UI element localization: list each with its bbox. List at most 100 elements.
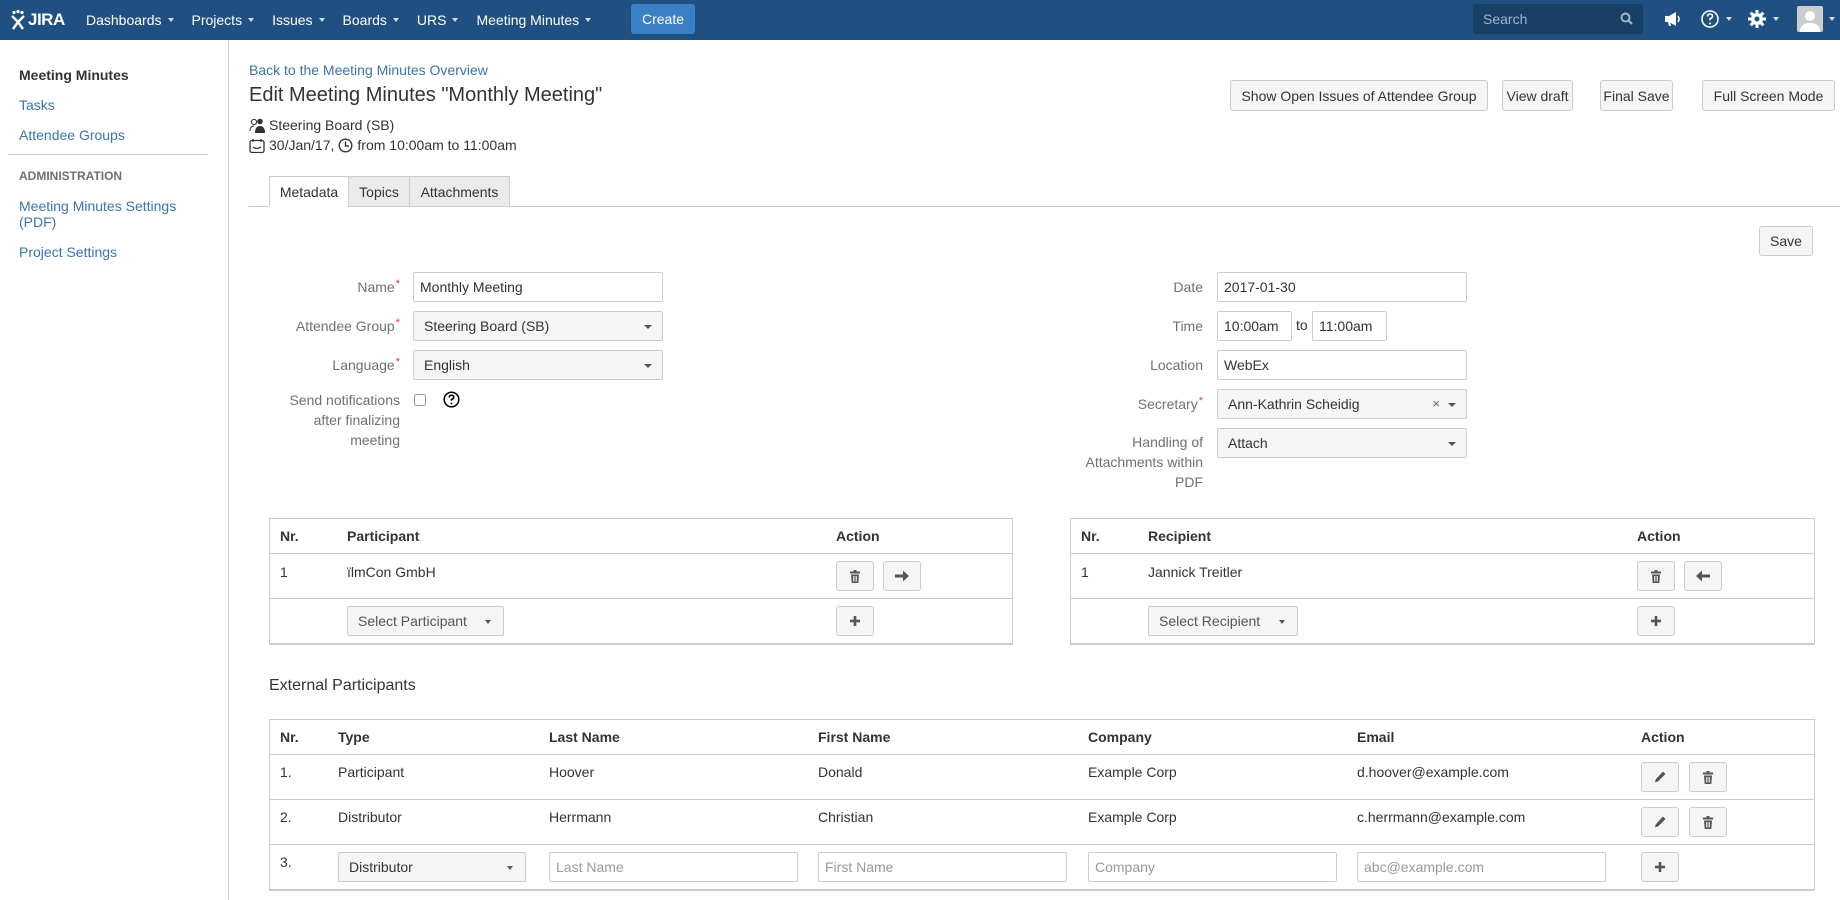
edit-external-button[interactable] (1641, 807, 1679, 837)
select-placeholder: Select Recipient (1159, 613, 1261, 629)
main-nav: Dashboards Projects Issues Boards URS Me… (86, 0, 609, 40)
attendee-group-text: Steering Board (SB) (269, 117, 395, 133)
delete-participant-button[interactable] (836, 561, 874, 591)
view-draft-button[interactable]: View draft (1502, 80, 1573, 111)
secretary-select[interactable]: Ann-Kathrin Scheidig × (1217, 389, 1467, 419)
language-select[interactable]: English (413, 350, 663, 380)
time-separator: to (1296, 317, 1308, 333)
required-marker: * (395, 278, 400, 290)
add-external-button[interactable] (1641, 852, 1679, 882)
external-last-name: Herrmann (549, 809, 612, 825)
user-menu[interactable] (1797, 6, 1835, 32)
add-participant-button[interactable] (836, 606, 874, 636)
nav-label: Boards (342, 12, 387, 28)
external-email: c.herrmann@example.com (1357, 809, 1526, 825)
row-divider (270, 754, 1814, 755)
select-participant-dropdown[interactable]: Select Participant (347, 606, 504, 636)
move-to-participants-button[interactable] (1684, 561, 1722, 591)
location-input[interactable]: WebEx (1217, 350, 1467, 380)
chevron-down-icon (585, 18, 592, 22)
nav-label: URS (416, 12, 447, 28)
external-nr: 1. (280, 764, 292, 780)
arrow-right-icon (895, 570, 909, 582)
nav-urs[interactable]: URS (417, 12, 459, 28)
show-open-issues-button[interactable]: Show Open Issues of Attendee Group (1230, 80, 1488, 111)
label-text: Secretary (1137, 396, 1198, 412)
dropdown-arrow-icon (507, 866, 513, 870)
row-divider (1071, 598, 1814, 599)
back-to-overview-link[interactable]: Back to the Meeting Minutes Overview (249, 62, 488, 78)
trash-icon (1703, 815, 1713, 829)
dropdown-arrow-icon (644, 325, 652, 329)
search-input[interactable]: Search (1473, 4, 1643, 34)
create-button[interactable]: Create (631, 4, 695, 34)
date-text: 30/Jan/17, (269, 137, 335, 153)
nav-boards[interactable]: Boards (343, 12, 399, 28)
company-input[interactable]: Company (1088, 852, 1337, 882)
sidebar-item-attendee-groups[interactable]: Attendee Groups (19, 127, 125, 143)
sidebar-title[interactable]: Meeting Minutes (19, 67, 129, 83)
chevron-down-icon (392, 18, 399, 22)
external-company: Example Corp (1088, 764, 1177, 780)
external-type: Distributor (338, 809, 402, 825)
external-header-type: Type (338, 729, 370, 745)
full-screen-mode-button[interactable]: Full Screen Mode (1702, 80, 1835, 111)
select-value: Distributor (349, 859, 413, 875)
email-input[interactable]: abc@example.com (1357, 852, 1606, 882)
chevron-down-icon (1726, 17, 1732, 21)
nav-meeting-minutes[interactable]: Meeting Minutes (476, 12, 592, 28)
label-line: after finalizing (313, 412, 400, 428)
nav-label: Projects (191, 12, 243, 28)
label-line: Attachments within (1085, 454, 1204, 470)
tab-metadata[interactable]: Metadata (269, 176, 349, 207)
attendee-group-select[interactable]: Steering Board (SB) (413, 311, 663, 341)
nav-issues[interactable]: Issues (272, 12, 325, 28)
time-from-input[interactable]: 10:00am (1217, 311, 1292, 341)
help-icon (1701, 10, 1719, 28)
save-button[interactable]: Save (1759, 226, 1813, 256)
tab-topics[interactable]: Topics (348, 176, 410, 207)
avatar (1797, 6, 1823, 32)
sidebar-item-project-settings[interactable]: Project Settings (19, 244, 117, 260)
name-input[interactable]: Monthly Meeting (413, 272, 663, 302)
settings-menu[interactable] (1747, 9, 1779, 29)
attachments-handling-select[interactable]: Attach (1217, 428, 1467, 458)
final-save-button[interactable]: Final Save (1600, 80, 1673, 111)
date-input[interactable]: 2017-01-30 (1217, 272, 1467, 302)
external-participants-title: External Participants (269, 677, 416, 694)
tab-attachments[interactable]: Attachments (409, 176, 510, 207)
move-to-recipients-button[interactable] (883, 561, 921, 591)
dropdown-arrow-icon (1448, 442, 1456, 446)
recipient-nr: 1 (1081, 564, 1089, 580)
add-recipient-button[interactable] (1637, 606, 1675, 636)
send-notifications-checkbox[interactable] (414, 394, 426, 406)
nav-projects[interactable]: Projects (192, 12, 255, 28)
sidebar-item-meeting-minutes-settings[interactable]: Meeting Minutes Settings (PDF) (19, 198, 209, 230)
select-recipient-dropdown[interactable]: Select Recipient (1148, 606, 1298, 636)
jira-logo[interactable]: JIRA (10, 9, 65, 31)
date-label: Date (1173, 279, 1203, 295)
nav-dashboards[interactable]: Dashboards (86, 12, 174, 28)
delete-external-button[interactable] (1689, 807, 1727, 837)
external-type-select[interactable]: Distributor (338, 852, 526, 882)
attendee-group-label: Attendee Group* (270, 316, 400, 336)
help-icon[interactable] (443, 391, 460, 408)
sidebar-item-tasks[interactable]: Tasks (19, 97, 55, 113)
clear-icon[interactable]: × (1432, 396, 1440, 411)
delete-recipient-button[interactable] (1637, 561, 1675, 591)
dropdown-arrow-icon (644, 364, 652, 368)
external-header-last-name: Last Name (549, 729, 620, 745)
first-name-input[interactable]: First Name (818, 852, 1067, 882)
required-marker: * (1198, 395, 1203, 407)
external-nr: 2. (280, 809, 292, 825)
notifications-icon[interactable] (1662, 9, 1682, 29)
pencil-icon (1655, 816, 1666, 828)
help-menu[interactable] (1700, 9, 1732, 29)
last-name-input[interactable]: Last Name (549, 852, 798, 882)
edit-external-button[interactable] (1641, 762, 1679, 792)
delete-external-button[interactable] (1689, 762, 1727, 792)
search-placeholder: Search (1483, 11, 1528, 27)
chevron-down-icon (167, 18, 174, 22)
time-to-input[interactable]: 11:00am (1312, 311, 1387, 341)
external-header-company: Company (1088, 729, 1152, 745)
